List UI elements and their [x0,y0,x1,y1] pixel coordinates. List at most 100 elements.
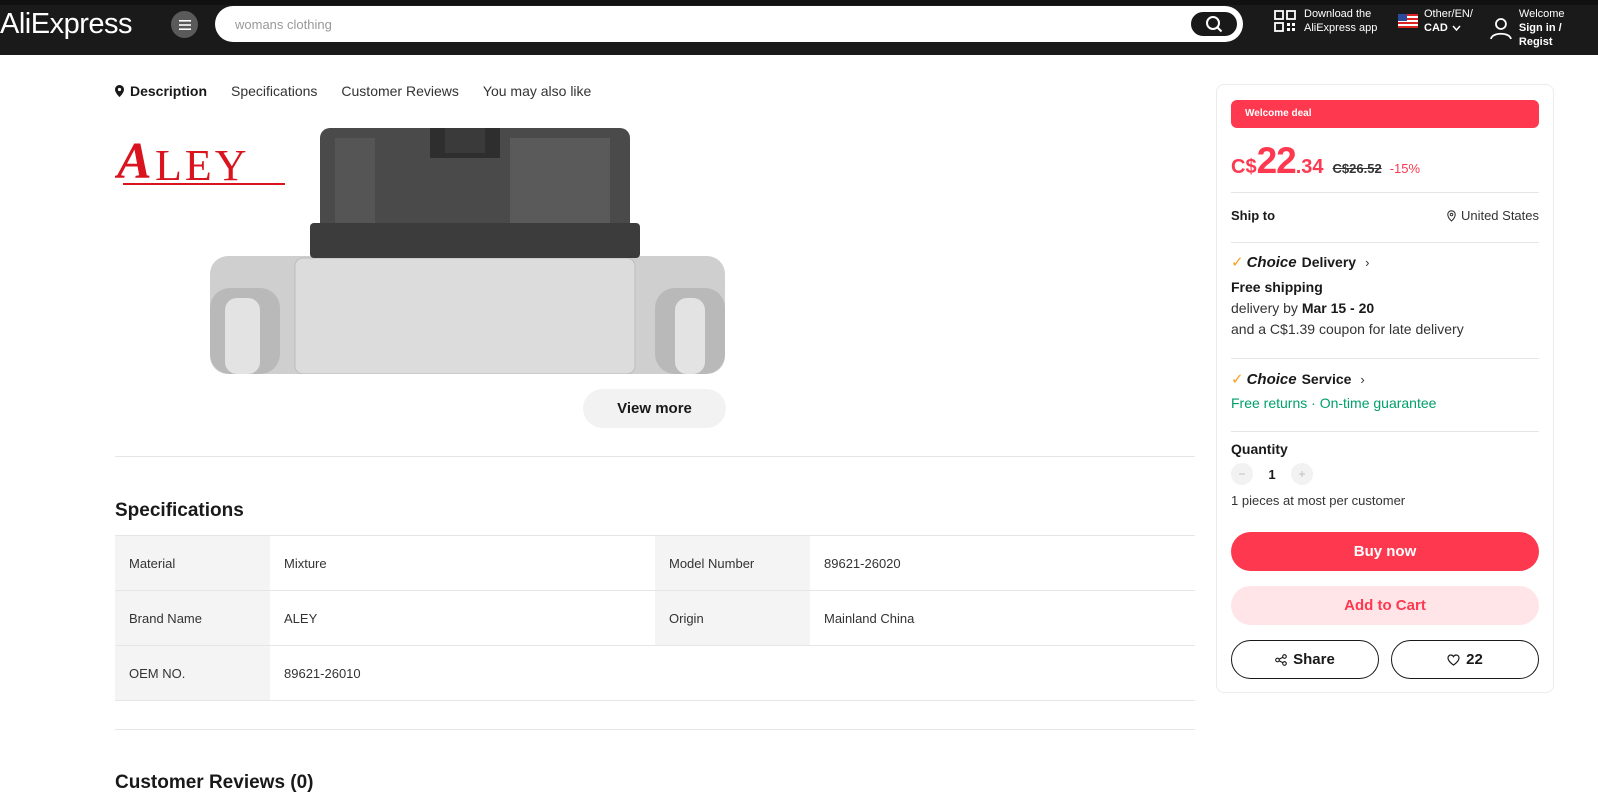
buy-now-button[interactable]: Buy now [1231,532,1539,571]
tab-you-may-also-like[interactable]: You may also like [483,83,591,99]
location-pin-icon [1447,209,1456,222]
app-line1: Download the [1304,8,1372,20]
choice-brand: Choice [1246,370,1297,388]
tab-label: Specifications [231,83,318,99]
share-icon [1275,653,1287,666]
ship-to-label: Ship to [1231,208,1276,223]
delivery-dates: Mar 15 - 20 [1301,300,1375,316]
spec-value: ALEY [284,610,318,626]
view-more-button[interactable]: View more [583,389,726,428]
price-currency: C$ [1231,156,1257,178]
ship-to-row[interactable]: Ship to United States [1231,208,1539,223]
wishlist-count: 22 [1466,651,1483,668]
spec-key: Brand Name [115,591,270,645]
currency-label: CAD [1424,22,1448,34]
download-app-link[interactable]: Download the AliExpress app [1274,7,1377,35]
increase-quantity-button[interactable]: + [1291,463,1313,485]
spec-key: Material [115,536,270,590]
account-menu[interactable]: Welcome Sign in / Regist [1489,7,1598,49]
specifications-title: Specifications [115,500,244,521]
purchase-panel: Welcome deal C$ 22 .34 C$26.52 -15% Ship… [1216,84,1554,693]
top-header: AliExpress Download the AliExpress app [0,0,1598,55]
customer-reviews-title: Customer Reviews (0) [115,772,314,793]
choice-service-link[interactable]: ✓ Choice Service › [1231,370,1365,389]
original-price: C$26.52 [1332,161,1382,176]
tab-label: Description [130,83,208,99]
checkmark-icon: ✓ [1231,371,1244,388]
user-icon [1490,18,1512,40]
share-label: Share [1293,651,1335,668]
discount-percent: -15% [1389,161,1421,176]
search-input[interactable] [235,14,1135,34]
product-tabs: Description Specifications Customer Revi… [115,83,591,99]
qr-code-icon [1274,10,1296,32]
region-selector[interactable]: Other/EN/ CAD [1398,7,1473,35]
share-button[interactable]: Share [1231,640,1379,679]
spec-value: Mixture [284,555,327,571]
spec-value: Mainland China [824,610,915,626]
delivery-label: Delivery [1301,254,1357,270]
welcome-deal-badge: Welcome deal [1231,100,1539,128]
tab-description[interactable]: Description [115,83,207,99]
divider [1231,242,1539,243]
tab-customer-reviews[interactable]: Customer Reviews [341,83,458,99]
checkmark-icon: ✓ [1231,254,1244,271]
tab-label: Customer Reviews [341,83,459,99]
free-returns-text: Free returns [1231,395,1308,411]
app-line2: AliExpress app [1304,22,1378,34]
chevron-right-icon: › [1365,254,1370,270]
ship-destination: United States [1460,208,1539,223]
quantity-stepper: − 1 + [1231,463,1313,485]
chevron-down-icon [1452,25,1461,31]
spec-key: OEM NO. [115,646,270,700]
specifications-table: Material Mixture Model Number 89621-2602… [115,535,1195,701]
tab-specifications[interactable]: Specifications [231,83,317,99]
search-icon [1206,16,1223,33]
late-delivery-coupon: and a C$1.39 coupon for late delivery [1231,321,1464,337]
location-pin-icon [115,85,124,97]
region-line1: Other/EN/ [1424,8,1473,20]
quantity-value[interactable]: 1 [1263,467,1281,482]
us-flag-icon [1398,14,1418,28]
spec-key: Model Number [655,536,810,590]
search-bar [215,6,1243,42]
service-guarantees: Free returns · On-time guarantee [1231,395,1436,411]
search-button[interactable] [1189,10,1239,38]
tab-label: You may also like [482,83,592,99]
chevron-right-icon: › [1360,371,1365,387]
add-to-cart-button[interactable]: Add to Cart [1231,586,1539,625]
menu-button[interactable] [171,11,198,38]
sign-in-link[interactable]: Sign in / Regist [1519,21,1598,49]
svg-text:LEY: LEY [155,141,250,190]
aliexpress-logo[interactable]: AliExpress [0,8,133,41]
divider [115,729,1195,730]
quantity-limit-note: 1 pieces at most per customer [1231,493,1406,508]
choice-brand: Choice [1246,253,1297,271]
price-decimal: .34 [1295,156,1324,178]
price-block: C$ 22 .34 C$26.52 -15% [1231,140,1420,182]
delivery-date-line: delivery by Mar 15 - 20 [1231,300,1374,316]
svg-text:A: A [115,133,152,190]
aley-brand-logo: A LEY [115,133,285,190]
delivery-by-label: delivery by [1231,300,1298,316]
separator: · [1307,395,1320,411]
wishlist-button[interactable]: 22 [1391,640,1539,679]
spec-value: 89621-26020 [824,555,901,571]
divider [115,456,1195,457]
on-time-guarantee-text: On-time guarantee [1319,395,1437,411]
spec-value: 89621-26010 [284,665,361,681]
heart-icon [1447,653,1460,666]
account-line1: Welcome [1518,8,1565,20]
table-row: Brand Name ALEY Origin Mainland China [115,591,1195,646]
divider [1231,431,1539,432]
hamburger-icon [178,19,191,30]
free-shipping-text: Free shipping [1231,279,1323,295]
table-row: OEM NO. 89621-26010 [115,646,1195,701]
decrease-quantity-button[interactable]: − [1231,463,1253,485]
divider [1231,358,1539,359]
product-description-image: A LEY [115,128,725,374]
choice-delivery-link[interactable]: ✓ Choice Delivery › [1231,253,1370,272]
table-row: Material Mixture Model Number 89621-2602… [115,536,1195,591]
quantity-label: Quantity [1231,441,1288,457]
service-label: Service [1301,371,1352,387]
